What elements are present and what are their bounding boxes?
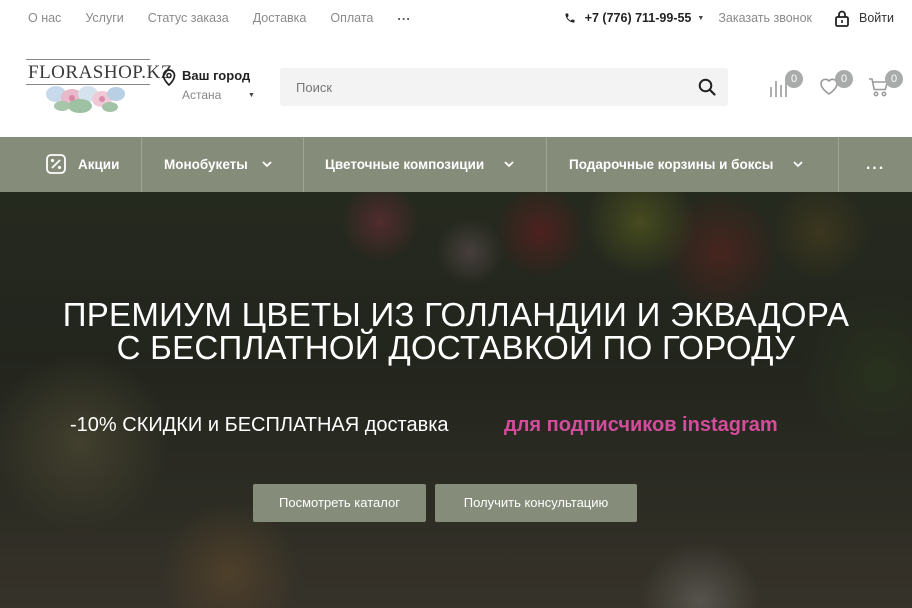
hero-promo: -10% СКИДКИ и БЕСПЛАТНАЯ доставка для по… <box>70 414 778 437</box>
top-link-order-status[interactable]: Статус заказа <box>148 11 229 25</box>
search-box <box>280 68 728 106</box>
top-right: +7 (776) 711-99-55 ▼ Заказать звонок Вой… <box>564 0 894 36</box>
phone-number: +7 (776) 711-99-55 <box>584 11 692 25</box>
top-bar: О нас Услуги Статус заказа Доставка Опла… <box>0 0 912 36</box>
main-nav: Акции Монобукеты Цветочные композиции По… <box>0 137 912 192</box>
top-link-about[interactable]: О нас <box>28 11 61 25</box>
nav-label-monobouquets: Монобукеты <box>164 157 248 172</box>
discount-icon <box>46 154 66 177</box>
hero-title-line-2: С БЕСПЛАТНОЙ ДОСТАВКОЙ ПО ГОРОДУ <box>116 329 796 366</box>
nav-item-gift-baskets[interactable]: Подарочные корзины и боксы <box>547 137 839 192</box>
top-link-delivery[interactable]: Доставка <box>253 11 307 25</box>
nav-label-sales: Акции <box>78 157 120 172</box>
compare-count-badge: 0 <box>785 70 803 88</box>
logo[interactable]: FLORASHOP.KZ <box>26 56 172 118</box>
compare-button[interactable]: 0 <box>768 70 803 98</box>
nav-label-gift-baskets: Подарочные корзины и боксы <box>569 157 774 172</box>
hero-promo-instagram[interactable]: для подписчиков instagram <box>504 414 778 437</box>
city-label: Ваш город <box>182 68 251 83</box>
search-input[interactable] <box>296 79 676 95</box>
favorites-count-badge: 0 <box>835 70 853 88</box>
cart-icon <box>868 78 890 102</box>
location-pin-icon <box>162 69 176 91</box>
top-link-payment[interactable]: Оплата <box>330 11 373 25</box>
cart-button[interactable]: 0 <box>868 70 903 98</box>
top-links: О нас Услуги Статус заказа Доставка Опла… <box>28 9 435 25</box>
logo-flowers <box>46 86 125 113</box>
top-more-button[interactable]: ... <box>397 9 410 23</box>
header: FLORASHOP.KZ Ваш город Астана ▼ Поиск 0 … <box>0 36 912 137</box>
lock-icon <box>834 10 850 27</box>
nav-item-sales[interactable]: Акции <box>0 137 142 192</box>
city-name: Астана <box>182 88 222 102</box>
top-link-services[interactable]: Услуги <box>85 11 123 25</box>
favorites-button[interactable]: 0 <box>818 70 853 100</box>
hero-background <box>0 192 912 608</box>
login-button[interactable]: Войти <box>834 10 894 27</box>
chevron-down-icon <box>793 161 804 168</box>
nav-item-monobouquets[interactable]: Монобукеты <box>142 137 304 192</box>
heart-icon <box>818 78 840 100</box>
chevron-down-icon <box>504 161 514 168</box>
nav-label-compositions: Цветочные композиции <box>325 157 485 172</box>
callback-link[interactable]: Заказать звонок <box>718 11 812 25</box>
phone-dropdown[interactable]: +7 (776) 711-99-55 ▼ <box>564 11 705 25</box>
login-label: Войти <box>859 11 894 25</box>
phone-icon <box>564 12 576 24</box>
chevron-down-icon <box>262 161 272 168</box>
hero-title-line-1: ПРЕМИУМ ЦВЕТЫ ИЗ ГОЛЛАНДИИ И ЭКВАДОРА <box>62 296 850 333</box>
chevron-down-icon: ▼ <box>697 14 705 22</box>
compare-icon <box>768 79 790 102</box>
cart-count-badge: 0 <box>885 70 903 88</box>
chevron-down-icon: ▼ <box>248 92 255 99</box>
nav-more-button[interactable]: ... <box>839 137 912 192</box>
nav-item-compositions[interactable]: Цветочные композиции <box>304 137 547 192</box>
hero-promo-text: -10% СКИДКИ и БЕСПЛАТНАЯ доставка <box>70 414 449 436</box>
get-consultation-button[interactable]: Получить консультацию <box>435 484 637 522</box>
header-icons: 0 0 0 <box>768 70 912 100</box>
hero-banner: ПРЕМИУМ ЦВЕТЫ ИЗ ГОЛЛАНДИИ И ЭКВАДОРА С … <box>0 192 912 608</box>
view-catalog-button[interactable]: Посмотреть каталог <box>253 484 426 522</box>
hero-title: ПРЕМИУМ ЦВЕТЫ ИЗ ГОЛЛАНДИИ И ЭКВАДОРА С … <box>0 298 912 364</box>
search-icon[interactable] <box>698 78 716 96</box>
